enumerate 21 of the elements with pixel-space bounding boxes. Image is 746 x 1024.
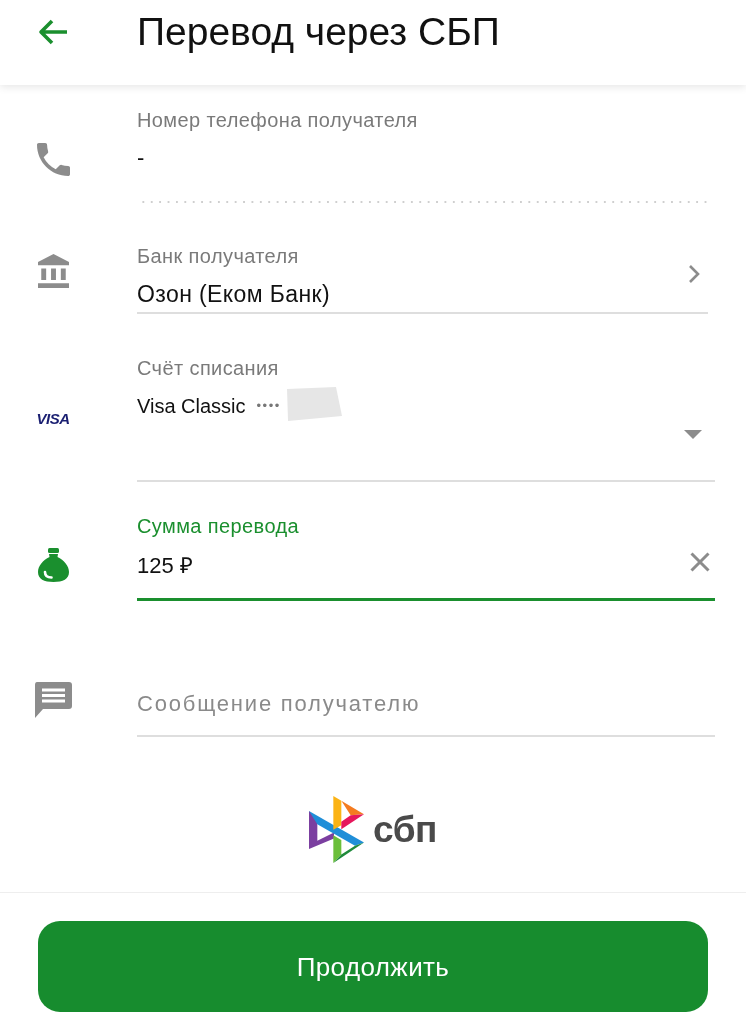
amount-input[interactable]: 125 ₽ [137, 546, 715, 601]
field-label: Номер телефона получателя [137, 108, 418, 132]
masked-card-number: •••• [256, 397, 281, 415]
close-icon [690, 552, 710, 572]
back-button[interactable] [38, 19, 68, 45]
field-label: Банк получателя [137, 244, 299, 268]
bank-selector[interactable]: Озон (Еком Банк) [137, 276, 708, 314]
card-brand-logo: VISA [36, 411, 70, 427]
field-label: Счёт списания [137, 356, 279, 380]
caret-down-icon [684, 429, 702, 439]
account-dropdown[interactable]: Visa Classic •••• [137, 388, 715, 482]
redaction-patch [286, 387, 342, 421]
arrow-left-icon [38, 19, 68, 45]
logo-text: сбп [373, 809, 437, 850]
page-title: Перевод через СБП [137, 9, 500, 55]
message-input[interactable]: Сообщение получателю [137, 686, 715, 737]
continue-button[interactable]: Продолжить [38, 921, 708, 1012]
field-label: Сумма перевода [137, 514, 300, 538]
logo-mark-icon [309, 796, 365, 863]
chevron-right-icon [688, 264, 700, 284]
clear-button[interactable] [690, 552, 710, 572]
